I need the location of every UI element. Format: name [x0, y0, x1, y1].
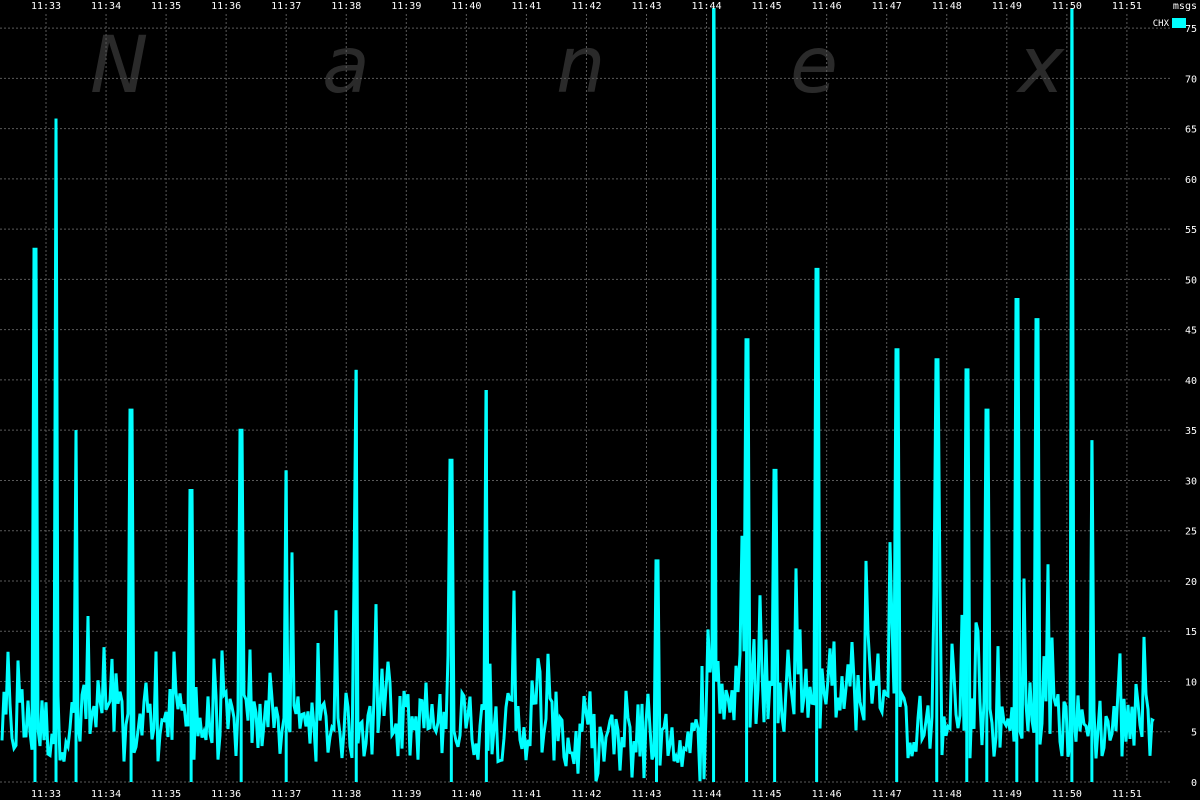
- x-tick-label-bottom: 11:48: [932, 789, 962, 800]
- legend-label-chx: CHX: [1153, 19, 1170, 29]
- y-tick-label: 15: [1185, 627, 1197, 638]
- x-tick-label-top: 11:44: [691, 1, 721, 12]
- x-tick-label-bottom: 11:50: [1052, 789, 1082, 800]
- x-tick-label-top: 11:48: [932, 1, 962, 12]
- x-tick-label-bottom: 11:38: [331, 789, 361, 800]
- y-tick-label: 40: [1185, 376, 1197, 387]
- x-tick-label-bottom: 11:37: [271, 789, 301, 800]
- x-tick-label-bottom: 11:33: [31, 789, 61, 800]
- x-tick-label-bottom: 11:35: [151, 789, 181, 800]
- y-tick-label: 75: [1185, 24, 1197, 35]
- x-tick-label-top: 11:47: [872, 1, 902, 12]
- x-tick-label-top: 11:39: [391, 1, 421, 12]
- y-tick-label: 60: [1185, 175, 1197, 186]
- x-tick-label-top: 11:43: [631, 1, 661, 12]
- x-tick-label-top: 11:41: [511, 1, 541, 12]
- x-tick-label-bottom: 11:34: [91, 789, 121, 800]
- y-tick-label: 30: [1185, 476, 1197, 487]
- y-tick-label: 70: [1185, 74, 1197, 85]
- watermark-letter: x: [1015, 21, 1065, 111]
- x-tick-label-top: 11:45: [752, 1, 782, 12]
- y-tick-label: 50: [1185, 275, 1197, 286]
- y-tick-label: 10: [1185, 677, 1197, 688]
- x-tick-label-top: 11:36: [211, 1, 241, 12]
- y-tick-label: 20: [1185, 577, 1197, 588]
- watermark-letter: N: [90, 21, 148, 111]
- y-tick-label: 55: [1185, 225, 1197, 236]
- x-tick-label-bottom: 11:40: [451, 789, 481, 800]
- y-tick-label: 35: [1185, 426, 1197, 437]
- x-tick-label-top: 11:49: [992, 1, 1022, 12]
- watermark-letter: n: [556, 21, 605, 111]
- x-tick-label-top: 11:37: [271, 1, 301, 12]
- x-tick-label-bottom: 11:44: [691, 789, 721, 800]
- x-tick-label-top: 11:38: [331, 1, 361, 12]
- x-tick-label-top: 11:33: [31, 1, 61, 12]
- x-tick-label-top: 11:50: [1052, 1, 1082, 12]
- y-tick-label: 5: [1191, 728, 1197, 739]
- legend-swatch-chx: [1172, 18, 1186, 28]
- x-tick-label-top: 11:46: [812, 1, 842, 12]
- x-tick-label-bottom: 11:49: [992, 789, 1022, 800]
- x-tick-label-bottom: 11:39: [391, 789, 421, 800]
- x-tick-label-top: 11:40: [451, 1, 481, 12]
- x-tick-label-top: 11:42: [571, 1, 601, 12]
- x-tick-label-top: 11:35: [151, 1, 181, 12]
- chart: Nanex 11:3311:3311:3411:3411:3511:3511:3…: [0, 0, 1200, 800]
- watermark-letter: e: [790, 21, 838, 111]
- x-tick-label-bottom: 11:42: [571, 789, 601, 800]
- x-tick-label-bottom: 11:46: [812, 789, 842, 800]
- y-tick-label: 65: [1185, 125, 1197, 136]
- x-tick-label-bottom: 11:51: [1112, 789, 1142, 800]
- x-tick-label-bottom: 11:36: [211, 789, 241, 800]
- x-tick-label-bottom: 11:45: [752, 789, 782, 800]
- y-axis-unit-label: msgs: [1173, 1, 1197, 12]
- y-tick-label: 25: [1185, 527, 1197, 538]
- y-tick-label: 45: [1185, 326, 1197, 337]
- x-tick-label-top: 11:34: [91, 1, 121, 12]
- x-tick-label-bottom: 11:43: [631, 789, 661, 800]
- x-tick-label-top: 11:51: [1112, 1, 1142, 12]
- x-tick-label-bottom: 11:47: [872, 789, 902, 800]
- y-tick-label: 0: [1191, 778, 1197, 789]
- x-tick-label-bottom: 11:41: [511, 789, 541, 800]
